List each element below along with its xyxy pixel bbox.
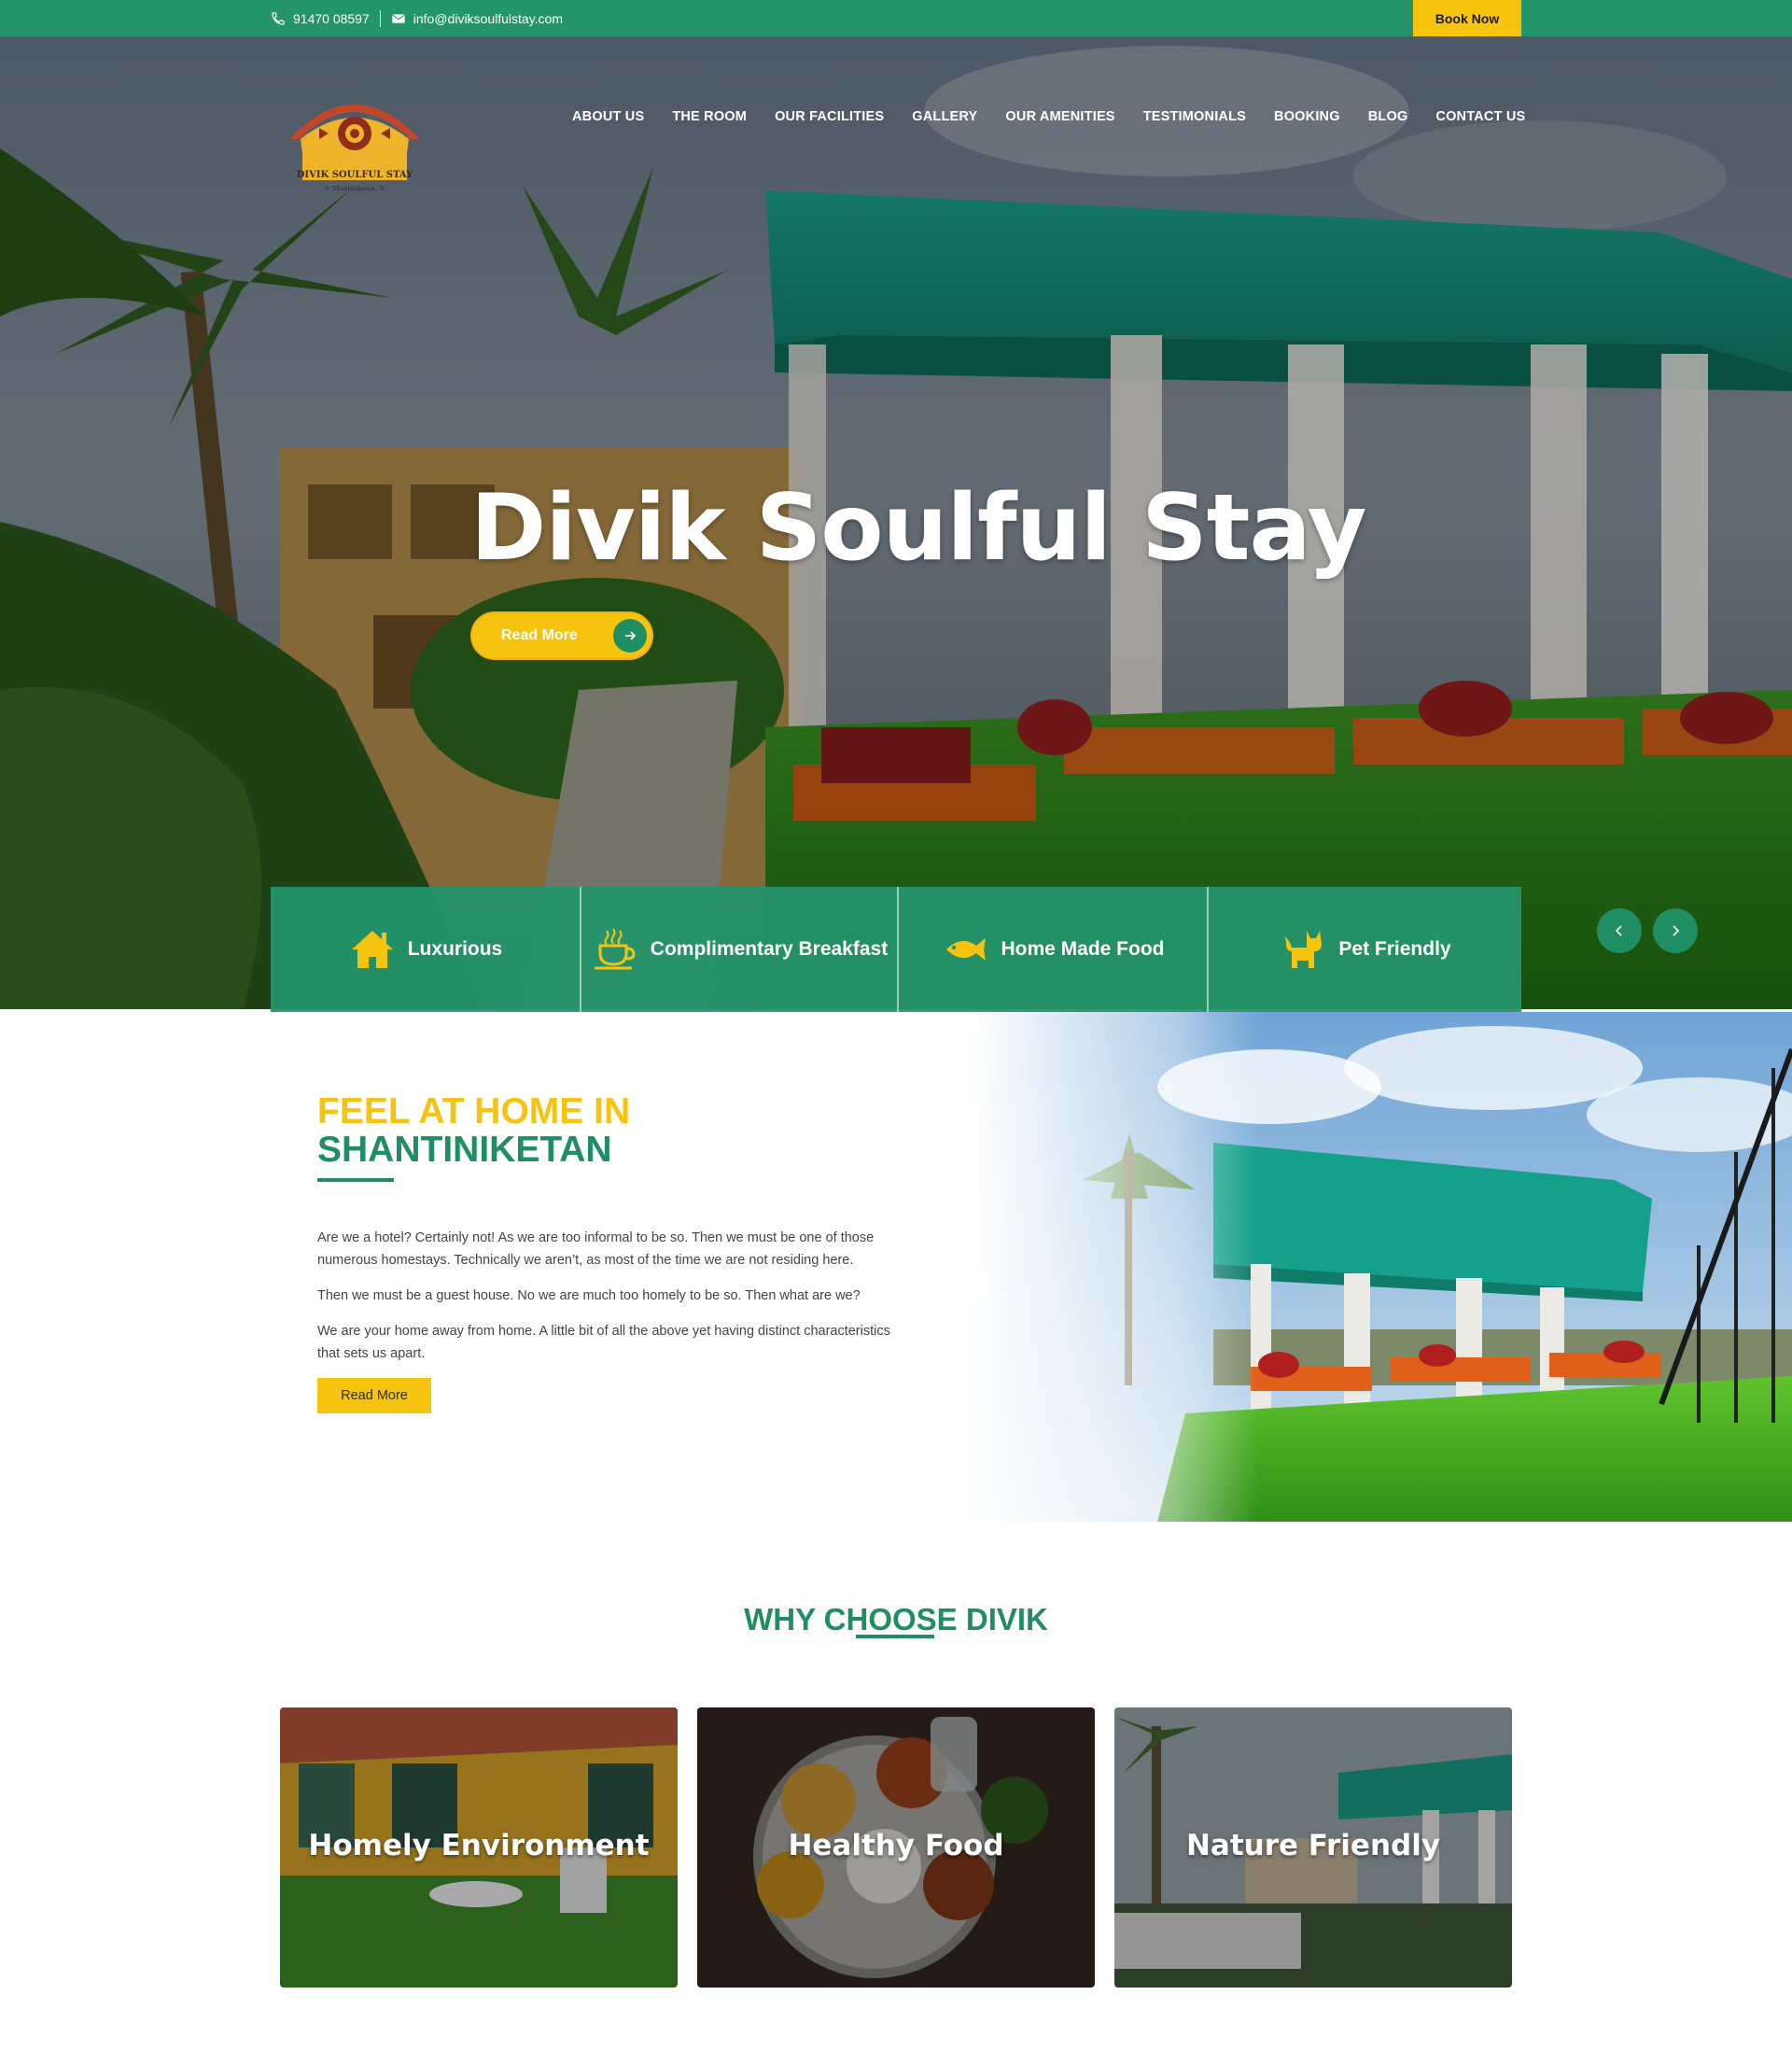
about-heading-line2: SHANTINIKETAN [317,1130,612,1170]
hero-read-more-button[interactable]: Read More [470,611,653,660]
hero-read-more-label: Read More [501,627,578,643]
phone-link[interactable]: 91470 08597 [293,11,370,26]
fish-icon [946,938,987,961]
email-link[interactable]: info@diviksoulfulstay.com [413,11,563,26]
nav-our-amenities[interactable]: OUR AMENITIES [1005,109,1114,124]
feature-luxurious: Luxurious [271,887,581,1012]
heading-underline [317,1178,394,1182]
about-paragraph: We are your home away from home. A littl… [317,1324,890,1361]
about-paragraph: Then we must be a guest house. No we are… [317,1288,861,1303]
chevron-left-icon [1615,925,1622,936]
nav-our-facilities[interactable]: OUR FACILITIES [775,109,884,124]
logo-text: DIVIK SOULFUL STAY [297,170,413,180]
slider-prev-button[interactable] [1597,908,1642,953]
why-choose-cards: Homely Environment Healthy Food Nature F… [280,1707,1512,1988]
coffee-cup-icon [594,928,636,970]
nav-booking[interactable]: BOOKING [1274,109,1340,124]
nav-the-room[interactable]: THE ROOM [672,109,747,124]
card-label: Homely Environment [308,1829,650,1862]
feature-complimentary-breakfast: Complimentary Breakfast [581,887,899,1012]
top-bar: 91470 08597 info@diviksoulfulstay.com Bo… [0,0,1792,36]
feature-label: Luxurious [407,938,503,960]
divider [379,9,381,27]
card-label: Nature Friendly [1185,1829,1441,1862]
site-logo[interactable]: DIVIK SOULFUL STAY © Shantiniketan, W [280,81,429,195]
card-label: Healthy Food [788,1829,1004,1862]
card-homely-environment[interactable]: Homely Environment [280,1707,678,1988]
about-section: FEEL AT HOME IN SHANTINIKETAN Are we a h… [317,1092,905,1413]
about-image [971,1012,1792,1522]
feature-label: Pet Friendly [1338,938,1451,960]
about-heading-line1: FEEL AT HOME IN [317,1091,631,1131]
logo-tagline: © Shantiniketan, W [324,185,385,192]
phone-icon [272,11,285,25]
chevron-right-icon [1673,925,1680,936]
nav-testimonials[interactable]: TESTIMONIALS [1143,109,1246,124]
feature-pet-friendly: Pet Friendly [1209,887,1521,1012]
mail-icon [392,13,405,23]
why-choose-title: WHY CHOOSE DIVIK [744,1602,1048,1637]
card-nature-friendly[interactable]: Nature Friendly [1114,1707,1512,1988]
about-read-more-button[interactable]: Read More [317,1378,431,1413]
slider-next-button[interactable] [1653,908,1698,953]
book-now-button[interactable]: Book Now [1413,0,1521,36]
cat-icon [1284,931,1323,968]
hero-title: Divik Soulful Stay [470,475,1367,582]
nav-gallery[interactable]: GALLERY [912,109,977,124]
about-heading: FEEL AT HOME IN SHANTINIKETAN [317,1092,905,1169]
main-nav: ABOUT US THE ROOM OUR FACILITIES GALLERY… [572,109,1553,124]
hero-slider: DIVIK SOULFUL STAY © Shantiniketan, W AB… [0,36,1792,1009]
why-title-underline [856,1635,934,1638]
about-paragraph: Are we a hotel? Certainly not! As we are… [317,1230,875,1268]
feature-label: Home Made Food [1001,938,1165,960]
card-healthy-food[interactable]: Healthy Food [697,1707,1095,1988]
nav-contact-us[interactable]: CONTACT US [1435,109,1525,124]
features-strip: Luxurious Complimentary Breakfast Home M… [271,887,1521,1012]
contact-info: 91470 08597 info@diviksoulfulstay.com [271,0,563,36]
nav-blog[interactable]: BLOG [1368,109,1408,124]
feature-home-made-food: Home Made Food [899,887,1209,1012]
nav-about-us[interactable]: ABOUT US [572,109,644,124]
house-icon [351,931,393,968]
arrow-right-icon [613,619,647,653]
feature-label: Complimentary Breakfast [650,938,889,960]
